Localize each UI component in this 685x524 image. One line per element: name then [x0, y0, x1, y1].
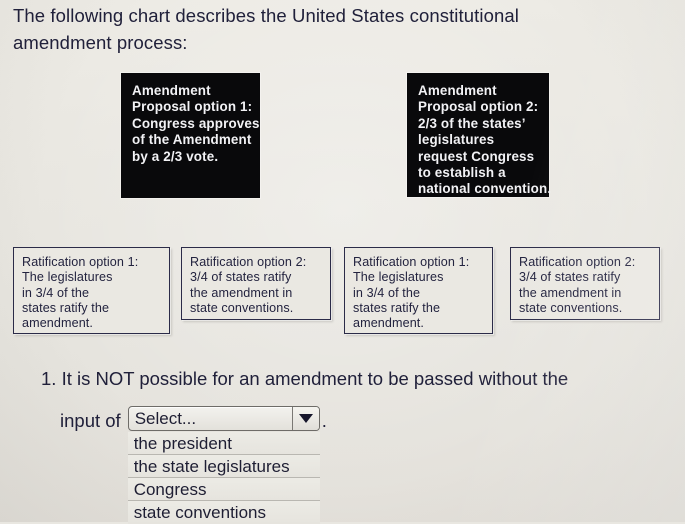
- intro-line-2: amendment process:: [13, 32, 188, 53]
- proposal-2-line-2: Proposal option 2:: [418, 99, 539, 115]
- rat-4-line-1: Ratification option 2:: [519, 255, 636, 269]
- intro-line-1: The following chart describes the United…: [13, 5, 519, 26]
- rat-1-line-2: The legislatures: [22, 270, 113, 285]
- rat-2-line-1: Ratification option 2:: [190, 255, 307, 269]
- proposal-1-line-3: Congress approves: [132, 115, 260, 131]
- rat-1-line-1: Ratification option 1:: [22, 255, 139, 269]
- intro-paragraph: The following chart describes the United…: [13, 2, 672, 56]
- rat-1-line-3: in 3/4 of the: [22, 285, 90, 300]
- answer-select-value: Select...: [134, 408, 197, 428]
- answer-select-option-list[interactable]: the president the state legislatures Con…: [127, 432, 320, 524]
- proposal-2-line-6: to establish a: [418, 165, 506, 181]
- rat-3-line-5: amendment.: [353, 316, 425, 331]
- answer-row: input of Select... the president the sta…: [60, 406, 327, 524]
- amendment-proposal-option-2-box: Amendment Proposal option 2: 2/3 of the …: [407, 73, 552, 197]
- option-congress[interactable]: Congress: [127, 478, 320, 501]
- rat-3-line-3: in 3/4 of the: [353, 285, 421, 300]
- rat-2-line-2: 3/4 of states ratify: [190, 270, 292, 285]
- proposal-2-line-5: request Congress: [418, 148, 535, 164]
- proposal-1-line-1: Amendment: [132, 83, 211, 98]
- rat-3-line-1: Ratification option 1:: [353, 255, 470, 269]
- proposal-1-line-4: of the Amendment: [132, 132, 252, 148]
- question-body: It is NOT possible for an amendment to b…: [61, 368, 569, 389]
- question-text: 1. It is NOT possible for an amendment t…: [41, 366, 568, 392]
- chevron-down-icon[interactable]: [291, 407, 319, 430]
- proposal-2-line-4: legislatures: [418, 132, 495, 148]
- proposal-1-line-2: Proposal option 1:: [132, 99, 253, 115]
- rat-2-line-4: state conventions.: [190, 300, 294, 315]
- rat-1-line-5: amendment.: [22, 316, 94, 331]
- rat-3-line-2: The legislatures: [353, 270, 444, 285]
- answer-select-wrapper: Select... the president the state legisl…: [127, 406, 320, 524]
- rat-4-line-4: state conventions.: [519, 300, 623, 315]
- answer-select[interactable]: Select...: [127, 406, 320, 431]
- ratification-option-2-right-box: Ratification option 2: 3/4 of states rat…: [510, 247, 660, 320]
- ratification-option-1-right-box: Ratification option 1: The legislatures …: [344, 247, 493, 334]
- rat-3-line-4: states ratify the: [353, 300, 441, 315]
- proposal-2-line-3: 2/3 of the states’: [418, 115, 526, 131]
- proposal-2-line-7: national convention.: [418, 181, 552, 197]
- question-number: 1.: [41, 368, 57, 389]
- answer-prefix-label: input of: [60, 410, 121, 431]
- proposal-2-line-1: Amendment: [418, 83, 497, 98]
- rat-4-line-3: the amendment in: [519, 285, 622, 300]
- option-the-state-legislatures[interactable]: the state legislatures: [127, 455, 320, 478]
- proposal-1-line-5: by a 2/3 vote.: [132, 148, 219, 164]
- rat-4-line-2: 3/4 of states ratify: [519, 270, 621, 285]
- rat-1-line-4: states ratify the: [22, 300, 110, 315]
- rat-2-line-3: the amendment in: [190, 285, 293, 300]
- option-the-president[interactable]: the president: [127, 432, 320, 455]
- sentence-period: .: [321, 410, 327, 431]
- amendment-proposal-option-1-box: Amendment Proposal option 1: Congress ap…: [121, 73, 260, 198]
- ratification-option-2-left-box: Ratification option 2: 3/4 of states rat…: [181, 247, 331, 320]
- ratification-option-1-left-box: Ratification option 1: The legislatures …: [13, 247, 170, 334]
- option-state-conventions[interactable]: state conventions: [127, 501, 320, 524]
